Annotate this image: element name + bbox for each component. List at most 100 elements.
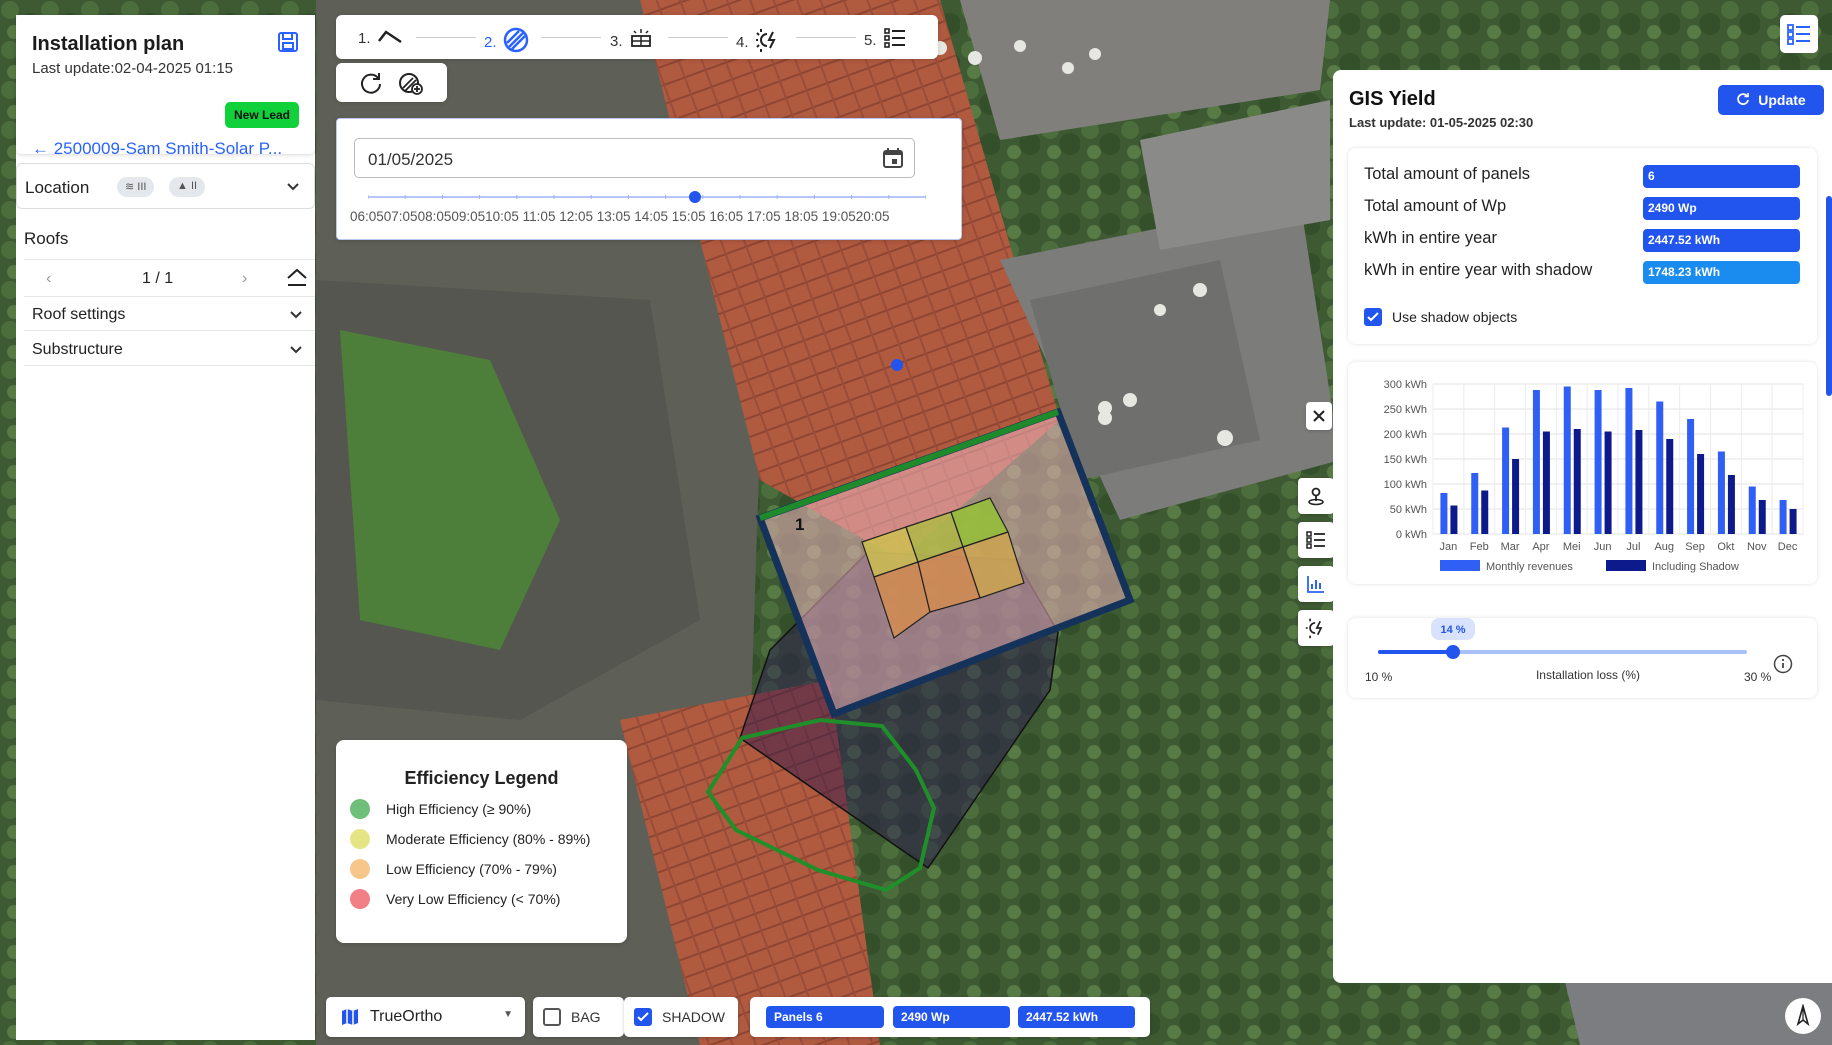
bar-shadow bbox=[1573, 429, 1581, 534]
list-view-icon[interactable] bbox=[1298, 522, 1334, 558]
step-number: 1. bbox=[358, 29, 371, 47]
legend-dot-low bbox=[350, 859, 370, 879]
stat-value: 6 bbox=[1643, 165, 1800, 188]
sun-energy-icon bbox=[755, 27, 781, 57]
bag-checkbox[interactable] bbox=[543, 1008, 561, 1026]
x-tick-label: Nov bbox=[1747, 541, 1767, 553]
bar-shadow bbox=[1604, 431, 1612, 534]
bar-monthly bbox=[1502, 427, 1510, 534]
legend-swatch bbox=[1606, 560, 1646, 571]
use-shadow-objects[interactable]: Use shadow objects bbox=[1364, 308, 1517, 326]
update-button-label: Update bbox=[1758, 92, 1806, 108]
bar-monthly bbox=[1687, 419, 1695, 534]
substructure-accordion[interactable]: Substructure bbox=[24, 332, 315, 366]
x-tick-label: Jul bbox=[1626, 541, 1640, 553]
location-accordion[interactable]: Location ≋ III ▲ II bbox=[16, 163, 315, 209]
map-type-value: TrueOrtho bbox=[370, 1008, 443, 1025]
bar-shadow bbox=[1635, 430, 1643, 534]
stat-label: Total amount of panels bbox=[1364, 165, 1531, 183]
scroll-indicator[interactable] bbox=[1826, 196, 1832, 396]
add-shadow-object-icon[interactable] bbox=[397, 70, 423, 96]
date-field[interactable]: 01/05/2025 bbox=[354, 138, 915, 178]
loss-min-label: 10 % bbox=[1365, 670, 1393, 684]
bar-chart-icon[interactable] bbox=[1298, 566, 1334, 602]
close-icon[interactable] bbox=[1306, 402, 1332, 430]
mountain-icon: ▲ bbox=[177, 180, 188, 192]
use-shadow-checkbox[interactable] bbox=[1364, 308, 1382, 326]
legend-label: Monthly revenues bbox=[1486, 561, 1573, 573]
efficiency-legend: Efficiency Legend High Efficiency (≥ 90%… bbox=[336, 740, 627, 943]
shadow-checkbox[interactable] bbox=[634, 1008, 652, 1026]
y-tick-label: 300 kWh bbox=[1384, 379, 1427, 391]
legend-label: Low Efficiency (70% - 79%) bbox=[386, 861, 557, 877]
bar-monthly bbox=[1779, 500, 1787, 534]
y-tick-label: 150 kWh bbox=[1384, 454, 1427, 466]
info-icon[interactable] bbox=[1773, 654, 1793, 679]
step-4[interactable]: 4. bbox=[736, 27, 781, 57]
x-tick-label: Sep bbox=[1685, 541, 1705, 553]
compass-icon[interactable] bbox=[1785, 998, 1821, 1034]
bar-shadow bbox=[1450, 505, 1458, 534]
sun-position-panel: 01/05/2025 06:0507:0508:0509:0510:05 11:… bbox=[336, 118, 962, 240]
loss-value-label: 14 % bbox=[1440, 624, 1465, 636]
bar-shadow bbox=[1542, 431, 1550, 534]
lead-back-link[interactable]: ← 2500009-Sam Smith-Solar P... bbox=[32, 139, 302, 159]
bar-monthly bbox=[1656, 401, 1664, 534]
legend-swatch bbox=[1440, 560, 1480, 571]
time-slider[interactable] bbox=[367, 189, 927, 205]
x-tick-label: Jan bbox=[1440, 541, 1458, 553]
chevron-down-icon[interactable] bbox=[286, 179, 300, 197]
roof-settings-accordion[interactable]: Roof settings bbox=[24, 297, 315, 331]
chevron-right-icon[interactable]: › bbox=[242, 270, 247, 288]
bar-shadow bbox=[1727, 475, 1735, 534]
legend-item: Moderate Efficiency (80% - 89%) bbox=[350, 829, 590, 849]
sun-energy-icon[interactable] bbox=[1298, 610, 1334, 646]
bar-shadow bbox=[1512, 459, 1520, 534]
y-tick-label: 250 kWh bbox=[1384, 404, 1427, 416]
legend-item: Low Efficiency (70% - 79%) bbox=[350, 859, 557, 879]
bag-toggle[interactable]: BAG bbox=[533, 997, 624, 1037]
shadow-toggle[interactable]: SHADOW bbox=[624, 997, 738, 1037]
step-number: 4. bbox=[736, 33, 749, 51]
installation-loss-card: 14 % 10 % Installation loss (%) 30 % bbox=[1348, 618, 1817, 698]
step-connector bbox=[541, 37, 601, 38]
shadow-label: SHADOW bbox=[662, 1009, 725, 1025]
shadow-tool-row bbox=[336, 63, 447, 102]
legend-dot-moderate bbox=[350, 829, 370, 849]
y-tick-label: 50 kWh bbox=[1390, 504, 1427, 516]
update-button[interactable]: Update bbox=[1718, 85, 1824, 115]
bar-monthly bbox=[1625, 388, 1633, 534]
refresh-icon[interactable] bbox=[358, 70, 384, 96]
shading-icon bbox=[503, 27, 529, 57]
x-tick-label: Mei bbox=[1563, 541, 1581, 553]
roof-number-label: 1 bbox=[795, 515, 805, 534]
bar-monthly bbox=[1471, 473, 1479, 534]
terrain-value: II bbox=[190, 180, 198, 192]
calendar-icon[interactable] bbox=[882, 147, 904, 174]
installation-loss-slider[interactable]: 14 % bbox=[1348, 618, 1817, 698]
bar-shadow bbox=[1481, 490, 1489, 534]
loss-title: Installation loss (%) bbox=[1535, 668, 1641, 682]
date-value: 01/05/2025 bbox=[368, 150, 454, 169]
legend-item: Very Low Efficiency (< 70%) bbox=[350, 889, 560, 909]
step-5[interactable]: 5. bbox=[864, 27, 907, 53]
chevron-left-icon[interactable]: ‹ bbox=[46, 270, 51, 288]
wind-zone-value: III bbox=[137, 181, 147, 193]
gis-title: GIS Yield bbox=[1349, 88, 1436, 110]
map-type-select[interactable]: TrueOrtho ▼ bbox=[326, 997, 525, 1037]
bar-shadow bbox=[1697, 454, 1705, 534]
stat-value: 2490 Wp bbox=[1643, 197, 1800, 220]
roof-home-icon[interactable] bbox=[286, 268, 308, 293]
step-3[interactable]: 3. bbox=[610, 27, 653, 55]
location-pin-icon[interactable] bbox=[1298, 478, 1334, 514]
kwh-pill: 2447.52 kWh bbox=[1018, 1006, 1135, 1028]
bar-shadow bbox=[1758, 500, 1766, 534]
step-2[interactable]: 2. bbox=[484, 27, 529, 57]
wp-pill: 2490 Wp bbox=[893, 1006, 1010, 1028]
menu-list-icon[interactable] bbox=[1780, 15, 1818, 53]
stat-label: kWh in entire year bbox=[1364, 229, 1497, 247]
bar-monthly bbox=[1748, 486, 1756, 534]
step-1[interactable]: 1. bbox=[358, 27, 403, 49]
legend-label: Very Low Efficiency (< 70%) bbox=[386, 891, 561, 907]
save-icon[interactable] bbox=[277, 31, 299, 53]
